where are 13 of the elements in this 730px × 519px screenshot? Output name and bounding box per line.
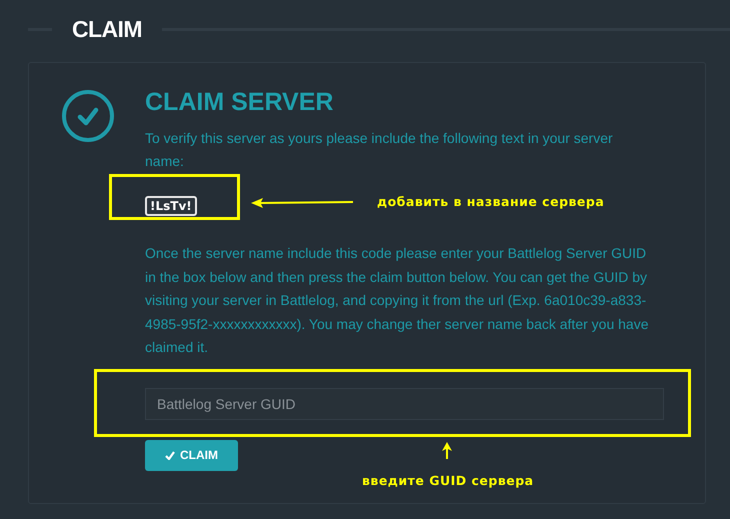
- arrow-icon: [250, 197, 354, 209]
- section-title: CLAIM: [71, 14, 143, 44]
- instruction-text: To verify this server as yours please include the following text in your server name:: [145, 129, 614, 171]
- arrow-icon: [441, 441, 453, 460]
- verification-code: !LsTv!: [145, 196, 197, 216]
- claim-button[interactable]: CLAIM: [145, 440, 238, 470]
- checkmark-icon: [61, 89, 115, 143]
- card-title: CLAIM SERVER: [145, 87, 334, 117]
- checkmark-icon: [165, 450, 175, 460]
- annotation-text: добавить в название сервера: [377, 193, 604, 211]
- annotation-text: введите GUID сервера: [362, 472, 534, 490]
- help-text: Once the server name include this code please enter your Battlelog Server GUID in the box below and then press the claim button below. You can get the GUID by visiting your server in Battlelog, and copying it from the url (Exp. 6a010c39-a833-4985-95f2-xxxxxxxxxxxx). You may change ther server name back after you have claimed it.: [145, 244, 650, 357]
- guid-input-field[interactable]: Battlelog Server GUID: [145, 388, 664, 420]
